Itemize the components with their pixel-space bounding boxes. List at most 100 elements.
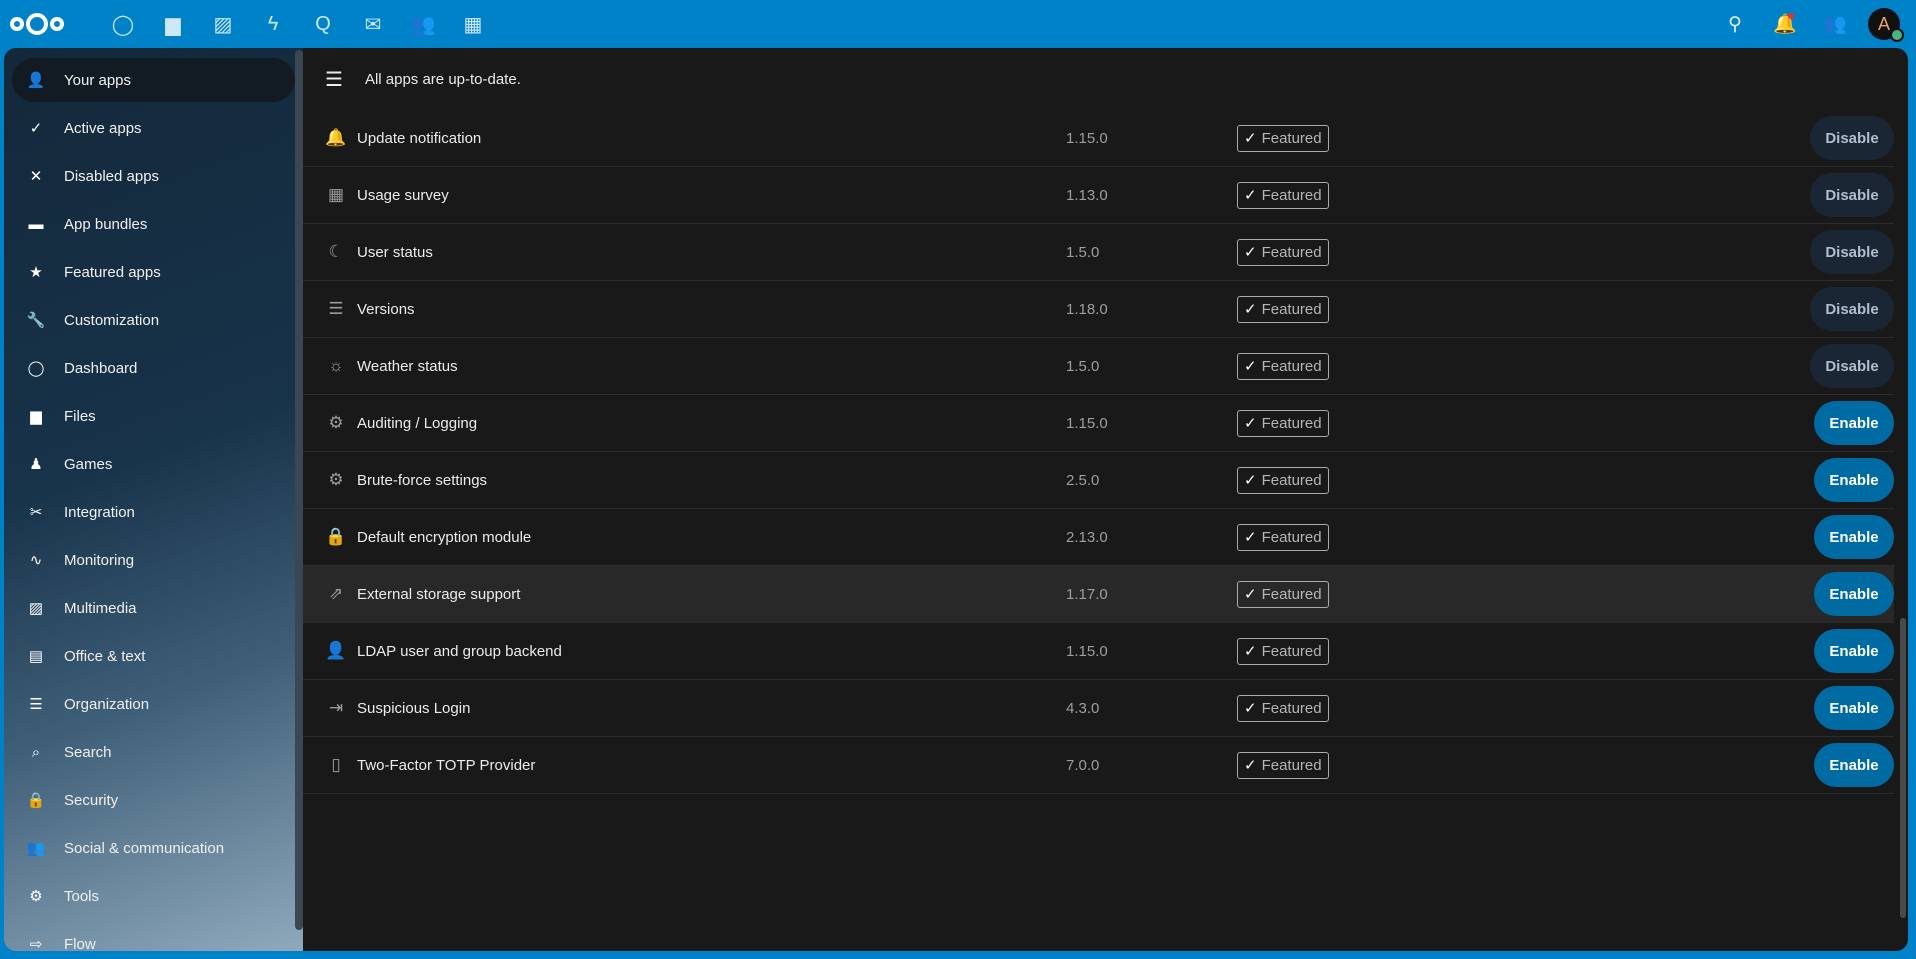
sidebar-item-multimedia[interactable]: ▨ Multimedia [12, 586, 295, 630]
sidebar-item-search[interactable]: ⌕ Search [12, 730, 295, 774]
enable-button[interactable]: Enable [1814, 686, 1894, 730]
nextcloud-logo[interactable] [10, 9, 72, 39]
featured-badge: ✓ Featured [1237, 181, 1329, 209]
app-name[interactable]: LDAP user and group backend [357, 643, 1067, 660]
mail-icon[interactable]: ✉ [348, 0, 398, 48]
app-name[interactable]: User status [357, 244, 1067, 261]
dashboard-icon[interactable]: ◯ [98, 0, 148, 48]
app-row[interactable]: ⇗ External storage support 1.17.0 ✓ Featured… [303, 566, 1894, 623]
featured-badge: ✓ Featured [1237, 352, 1329, 380]
notifications-icon[interactable]: 🔔 [1760, 0, 1810, 48]
disable-button[interactable]: Disable [1810, 116, 1894, 160]
people-icon: 👥 [26, 840, 46, 857]
moon-icon: ☾ [328, 242, 344, 261]
app-row[interactable]: ☾ User status 1.5.0 ✓ Featured Disable [303, 224, 1894, 281]
sidebar-item-flow[interactable]: ⇨ Flow [12, 922, 295, 952]
disable-button[interactable]: Disable [1810, 344, 1894, 388]
app-version: 1.5.0 [1066, 357, 1100, 375]
menu-icon[interactable]: ☰ [325, 67, 343, 92]
disable-button[interactable]: Disable [1810, 287, 1894, 331]
sidebar-item-files[interactable]: ▆ Files [12, 394, 295, 438]
circle-icon: ◯ [27, 360, 45, 377]
disable-button[interactable]: Disable [1810, 173, 1894, 217]
app-row[interactable]: ⚙ Auditing / Logging 1.15.0 ✓ Featured Enable [303, 395, 1894, 452]
sidebar-item-label: Social & communication [64, 839, 225, 857]
sidebar-item-integration[interactable]: ✂ Integration [12, 490, 295, 534]
app-name[interactable]: Versions [357, 301, 1067, 318]
app-row[interactable]: 👤 LDAP user and group backend 1.15.0 ✓ Featu… [303, 623, 1894, 680]
search-icon[interactable]: ⚲ [1710, 0, 1760, 48]
sidebar-item-active-apps[interactable]: ✓ Active apps [12, 106, 295, 150]
sidebar-item-games[interactable]: ♟ Games [12, 442, 295, 486]
clipboard-icon: ▦ [327, 185, 345, 204]
app-name[interactable]: Usage survey [357, 187, 1067, 204]
main-scrollbar[interactable] [1900, 618, 1906, 918]
sidebar-item-your-apps[interactable]: 👤 Your apps [12, 58, 295, 102]
enable-button[interactable]: Enable [1814, 572, 1894, 616]
enable-button[interactable]: Enable [1814, 743, 1894, 787]
check-icon: ✓ [1244, 529, 1257, 546]
app-version: 1.15.0 [1066, 642, 1108, 660]
app-row[interactable]: ⇥ Suspicious Login 4.3.0 ✓ Featured Enable [303, 680, 1894, 737]
check-icon: ✓ [1244, 472, 1257, 489]
sidebar-item-social-communication[interactable]: 👥 Social & communication [12, 826, 295, 870]
disable-button[interactable]: Disable [1810, 230, 1894, 274]
sidebar-item-customization[interactable]: 🔧 Customization [12, 298, 295, 342]
folder-icon: ▆ [30, 408, 42, 425]
enable-button[interactable]: Enable [1814, 458, 1894, 502]
featured-badge: ✓ Featured [1237, 295, 1329, 323]
app-row[interactable]: ☰ Versions 1.18.0 ✓ Featured Disable [303, 281, 1894, 338]
sidebar-item-label: Tools [64, 887, 100, 905]
app-version: 7.0.0 [1066, 756, 1100, 774]
app-version: 4.3.0 [1066, 699, 1100, 717]
app-name[interactable]: Update notification [357, 130, 1067, 147]
app-name[interactable]: Two-Factor TOTP Provider [357, 757, 1067, 774]
enable-button[interactable]: Enable [1814, 629, 1894, 673]
sidebar-item-label: Dashboard [64, 359, 138, 377]
sidebar-item-app-bundles[interactable]: ▬ App bundles [12, 202, 295, 246]
app-row[interactable]: ⚙ Brute-force settings 2.5.0 ✓ Featured Enabl… [303, 452, 1894, 509]
enable-button[interactable]: Enable [1814, 515, 1894, 559]
talk-icon[interactable]: Q [298, 0, 348, 48]
app-row[interactable]: ▦ Usage survey 1.13.0 ✓ Featured Disable [303, 167, 1894, 224]
app-name[interactable]: Auditing / Logging [357, 415, 1067, 432]
app-name[interactable]: External storage support [357, 586, 1067, 603]
sidebar-item-label: Organization [64, 695, 150, 713]
gamepad-icon: ♟ [29, 456, 43, 473]
photos-icon[interactable]: ▨ [198, 0, 248, 48]
sidebar-item-security[interactable]: 🔒 Security [12, 778, 295, 822]
app-name[interactable]: Default encryption module [357, 529, 1067, 546]
avatar[interactable]: A [1868, 8, 1904, 42]
contacts-menu-icon[interactable]: 👥 [1810, 0, 1860, 48]
status-indicator [1890, 28, 1904, 42]
app-version: 1.17.0 [1066, 585, 1108, 603]
sidebar-scrollbar[interactable] [295, 50, 303, 930]
sidebar-item-organization[interactable]: ☰ Organization [12, 682, 295, 726]
featured-badge: ✓ Featured [1237, 409, 1329, 437]
app-row[interactable]: ☼ Weather status 1.5.0 ✓ Featured Disable [303, 338, 1894, 395]
app-row[interactable]: 🔔 Update notification 1.15.0 ✓ Featured Disab… [303, 110, 1894, 167]
contacts-icon[interactable]: 👥 [398, 0, 448, 48]
sidebar-item-dashboard[interactable]: ◯ Dashboard [12, 346, 295, 390]
sidebar-item-featured-apps[interactable]: ★ Featured apps [12, 250, 295, 294]
sidebar-item-disabled-apps[interactable]: ✕ Disabled apps [12, 154, 295, 198]
activity-icon[interactable]: ϟ [248, 0, 298, 48]
app-name[interactable]: Suspicious Login [357, 700, 1067, 717]
sidebar-item-label: Office & text [64, 647, 146, 665]
calendar-icon[interactable]: ▦ [448, 0, 498, 48]
wrench-icon: 🔧 [26, 312, 46, 329]
pulse-icon: ∿ [29, 552, 43, 569]
files-icon[interactable]: ▆ [148, 0, 198, 48]
sidebar-item-tools[interactable]: ⚙ Tools [12, 874, 295, 918]
sun-icon: ☼ [328, 356, 344, 375]
sidebar-item-office-text[interactable]: ▤ Office & text [12, 634, 295, 678]
enable-button[interactable]: Enable [1814, 401, 1894, 445]
sidebar-item-label: Featured apps [64, 263, 161, 281]
app-name[interactable]: Weather status [357, 358, 1067, 375]
app-name[interactable]: Brute-force settings [357, 472, 1067, 489]
bell-icon: 🔔 [325, 128, 347, 147]
app-row[interactable]: ▯ Two-Factor TOTP Provider 7.0.0 ✓ Featured E… [303, 737, 1894, 794]
sidebar-item-monitoring[interactable]: ∿ Monitoring [12, 538, 295, 582]
app-version: 1.18.0 [1066, 300, 1108, 318]
app-row[interactable]: 🔒 Default encryption module 2.13.0 ✓ Feature… [303, 509, 1894, 566]
